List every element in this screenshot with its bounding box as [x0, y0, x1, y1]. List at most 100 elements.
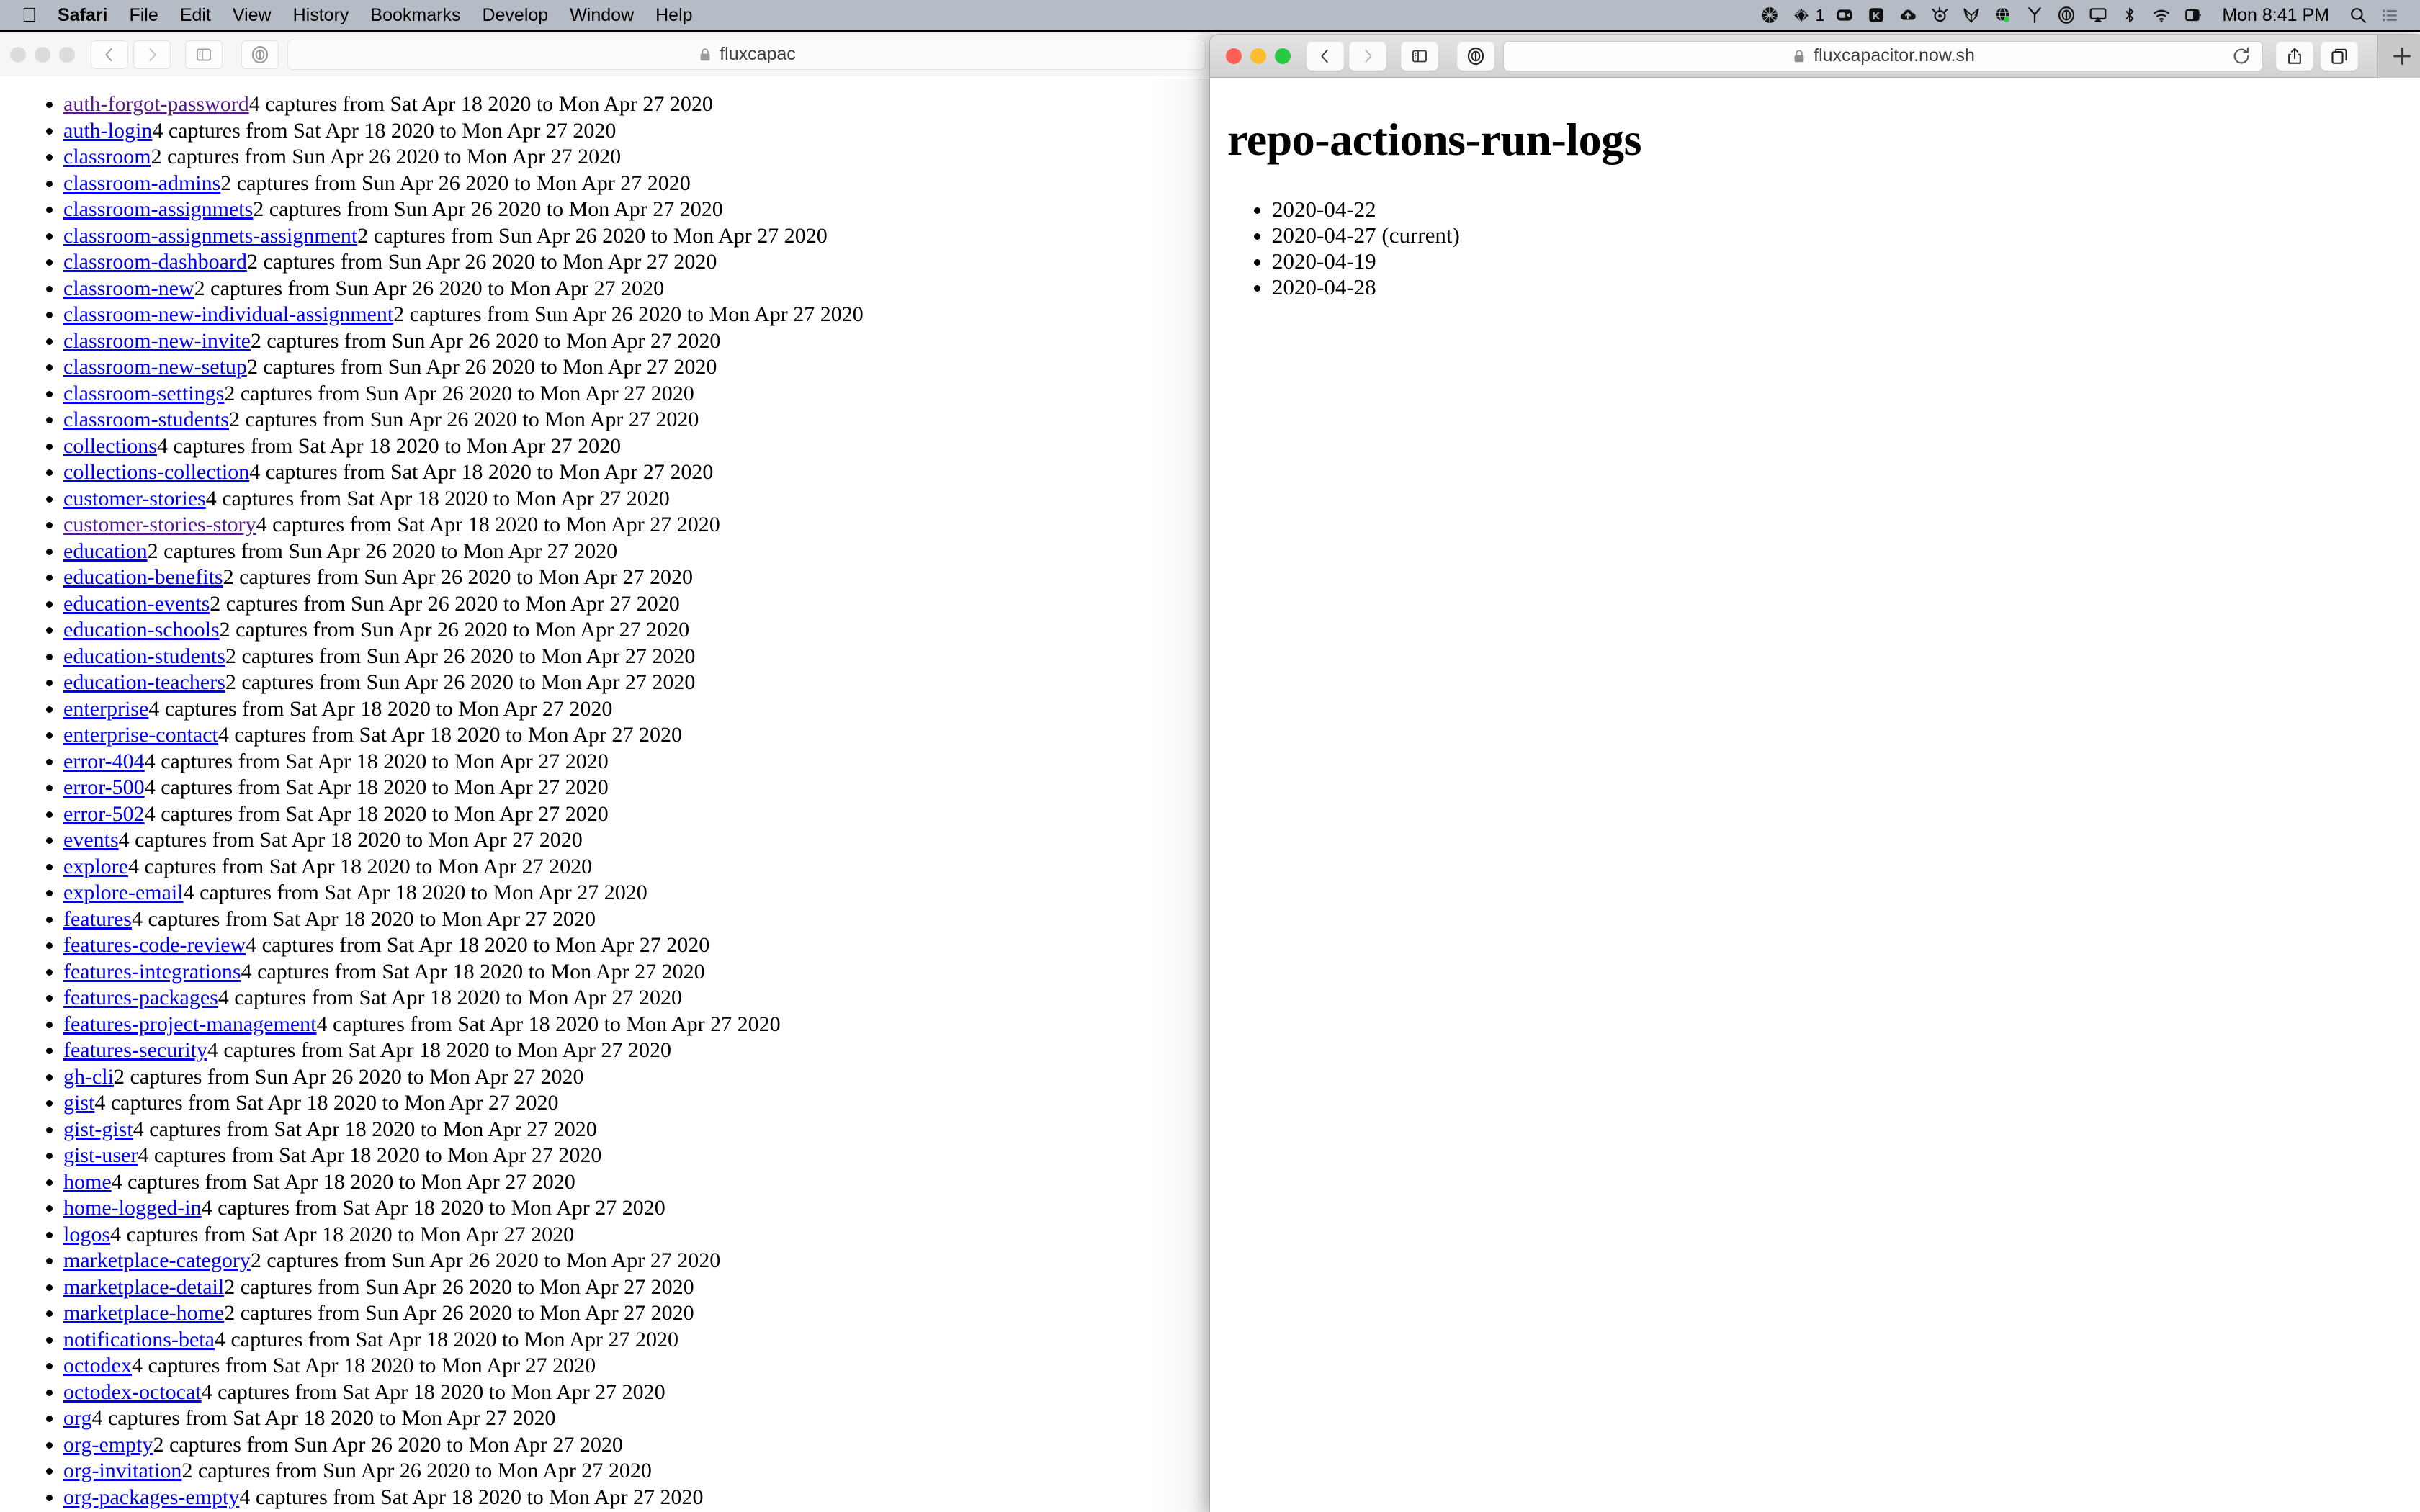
menu-item-help[interactable]: Help [645, 0, 703, 31]
url-field-background[interactable]: fluxcapac [287, 39, 1206, 70]
safari-window-foreground[interactable]: fluxcapacitor.now.sh repo-actions-run-lo… [1210, 35, 2420, 1512]
capture-link[interactable]: error-502 [63, 802, 145, 826]
capture-link[interactable]: education-teachers [63, 670, 225, 694]
capture-link[interactable]: customer-stories-story [63, 513, 256, 536]
capture-link[interactable]: enterprise [63, 697, 148, 721]
bluetooth-icon[interactable] [2115, 0, 2144, 31]
capture-link[interactable]: marketplace-detail [63, 1275, 224, 1299]
capture-link[interactable]: logos [63, 1223, 110, 1246]
capture-link[interactable]: gh-cli [63, 1065, 114, 1089]
onepassword-icon[interactable] [2052, 0, 2081, 31]
capture-link[interactable]: classroom-settings [63, 382, 224, 405]
menu-item-view[interactable]: View [222, 0, 282, 31]
zoom-button[interactable] [1275, 48, 1291, 64]
capture-link[interactable]: auth-login [63, 119, 152, 143]
capture-link[interactable]: classroom-dashboard [63, 250, 247, 274]
capture-link[interactable]: education-schools [63, 618, 220, 642]
capture-link[interactable]: features-project-management [63, 1012, 316, 1036]
capture-link[interactable]: classroom-assignmets-assignment [63, 224, 357, 248]
capture-link[interactable]: features [63, 907, 132, 931]
capture-link[interactable]: classroom-assignmets [63, 197, 253, 221]
fox-outline-icon[interactable] [1957, 0, 1986, 31]
display-toggle-icon[interactable] [2179, 0, 2208, 31]
url-field-foreground[interactable]: fluxcapacitor.now.sh [1503, 40, 2263, 71]
capture-link[interactable]: auth-forgot-password [63, 92, 249, 116]
share-icon[interactable] [2276, 41, 2313, 71]
capture-link[interactable]: org [63, 1406, 91, 1430]
sidebar-icon[interactable] [1401, 41, 1438, 71]
wifi-icon[interactable] [2147, 0, 2176, 31]
capture-link[interactable]: classroom-new-invite [63, 329, 251, 353]
mesh-network-icon[interactable] [1755, 0, 1784, 31]
capture-link[interactable]: home [63, 1170, 112, 1194]
capture-link[interactable]: gist-gist [63, 1117, 133, 1141]
capture-link[interactable]: features-packages [63, 986, 218, 1009]
capture-link[interactable]: events [63, 828, 119, 852]
capture-link[interactable]: octodex [63, 1354, 132, 1377]
diamond-cluster-icon[interactable] [1787, 0, 1816, 31]
capture-link[interactable]: classroom-new [63, 276, 194, 300]
capture-link[interactable]: classroom-admins [63, 171, 220, 195]
k-app-icon[interactable]: K [1862, 0, 1891, 31]
zoom-button[interactable] [59, 46, 75, 63]
forward-icon[interactable] [1349, 41, 1386, 71]
reload-icon[interactable] [2231, 45, 2252, 67]
menu-item-develop[interactable]: Develop [471, 0, 559, 31]
capture-link[interactable]: explore [63, 855, 128, 878]
apple-logo-icon[interactable]:  [20, 0, 47, 31]
video-camera-icon[interactable] [1830, 0, 1859, 31]
capture-link[interactable]: customer-stories [63, 487, 206, 510]
capture-link[interactable]: gist-user [63, 1143, 138, 1167]
forward-icon[interactable] [133, 40, 171, 69]
close-button[interactable] [10, 46, 26, 63]
onepassword-icon[interactable] [241, 40, 279, 69]
capture-link[interactable]: org-invitation [63, 1459, 182, 1482]
capture-link[interactable]: enterprise-contact [63, 723, 218, 747]
sidebar-icon[interactable] [185, 40, 223, 69]
capture-link[interactable]: error-404 [63, 750, 145, 773]
onepassword-icon[interactable] [1457, 41, 1494, 71]
capture-link[interactable]: error-500 [63, 775, 145, 799]
close-button[interactable] [1226, 48, 1242, 64]
branch-icon[interactable] [2020, 0, 2049, 31]
capture-link[interactable]: marketplace-home [63, 1301, 224, 1325]
steelseries-icon[interactable] [1925, 0, 1954, 31]
capture-link[interactable]: classroom-students [63, 408, 229, 431]
capture-link[interactable]: education-events [63, 592, 210, 616]
menu-item-bookmarks[interactable]: Bookmarks [359, 0, 471, 31]
back-icon[interactable] [1307, 41, 1344, 71]
new-tab-button[interactable] [2377, 35, 2420, 78]
menu-item-file[interactable]: File [118, 0, 169, 31]
globe-status-icon[interactable] [1989, 0, 2017, 31]
capture-link[interactable]: classroom-new-individual-assignment [63, 302, 393, 326]
capture-link[interactable]: gist [63, 1091, 94, 1115]
capture-link[interactable]: features-security [63, 1038, 207, 1062]
capture-link[interactable]: org-packages-empty [63, 1485, 239, 1509]
capture-link[interactable]: marketplace-category [63, 1248, 251, 1272]
capture-link[interactable]: collections-collection [63, 460, 249, 484]
capture-link[interactable]: classroom-new-setup [63, 355, 247, 379]
capture-link[interactable]: features-code-review [63, 933, 246, 957]
menu-item-safari[interactable]: Safari [47, 0, 118, 31]
tabs-icon[interactable] [2321, 41, 2358, 71]
capture-link[interactable]: explore-email [63, 881, 184, 904]
airplay-icon[interactable] [2084, 0, 2112, 31]
menu-item-history[interactable]: History [282, 0, 360, 31]
capture-link[interactable]: notifications-beta [63, 1328, 215, 1351]
search-icon[interactable] [2344, 0, 2372, 31]
safari-window-background[interactable]: fluxcapac auth-forgot-password4 captures… [0, 33, 1216, 1512]
capture-link[interactable]: collections [63, 434, 157, 458]
menu-bar-clock[interactable]: Mon 8:41 PM [2210, 0, 2341, 31]
minimize-button[interactable] [35, 46, 50, 63]
minimize-button[interactable] [1250, 48, 1266, 64]
capture-link[interactable]: org-empty [63, 1433, 153, 1457]
back-icon[interactable] [91, 40, 128, 69]
capture-link[interactable]: education [63, 539, 148, 563]
control-center-icon[interactable] [2375, 0, 2404, 31]
capture-link[interactable]: education-benefits [63, 565, 223, 589]
capture-link[interactable]: education-students [63, 644, 225, 668]
menu-item-window[interactable]: Window [559, 0, 645, 31]
capture-link[interactable]: classroom [63, 145, 151, 168]
capture-link[interactable]: octodex-octocat [63, 1380, 202, 1404]
capture-link[interactable]: features-integrations [63, 960, 241, 984]
